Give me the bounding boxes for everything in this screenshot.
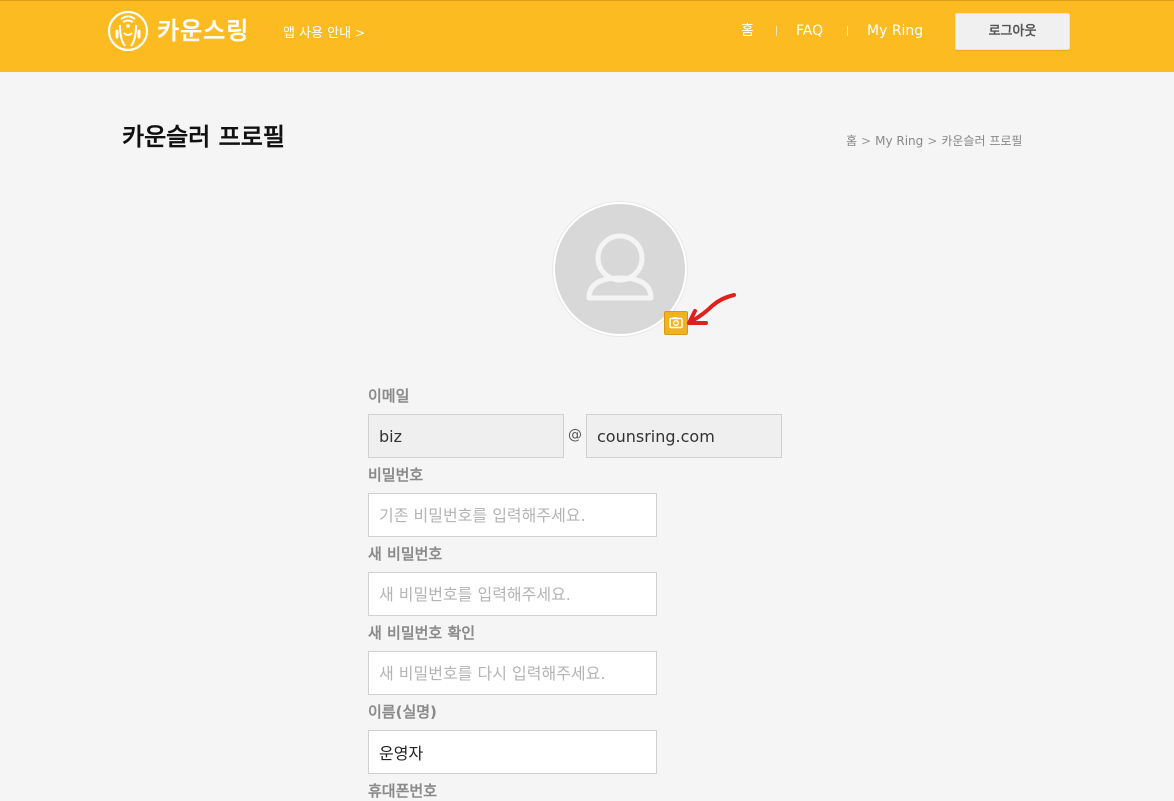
logout-button[interactable]: 로그아웃 xyxy=(955,13,1070,50)
new-password-input[interactable] xyxy=(368,572,657,616)
breadcrumb-separator: > xyxy=(927,134,938,148)
password-label: 비밀번호 xyxy=(368,466,424,484)
email-label: 이메일 xyxy=(368,387,410,405)
breadcrumb-home[interactable]: 홈 xyxy=(846,134,857,148)
confirm-password-label: 새 비밀번호 확인 xyxy=(368,624,476,642)
top-header: 카운스링 앱 사용 안내 > 홈 FAQ My Ring 로그아웃 xyxy=(0,0,1174,72)
breadcrumb-my-ring[interactable]: My Ring xyxy=(875,134,923,148)
phone-label: 휴대폰번호 xyxy=(368,782,438,800)
logo-icon[interactable] xyxy=(106,10,150,52)
breadcrumb: 홈 > My Ring > 카운슬러 프로필 xyxy=(846,132,1022,150)
camera-upload-button[interactable] xyxy=(664,311,688,335)
chevron-right-icon: > xyxy=(355,26,366,40)
red-arrow-icon xyxy=(686,290,740,330)
nav-faq[interactable]: FAQ xyxy=(796,20,823,42)
name-label: 이름(실명) xyxy=(368,703,437,721)
app-guide-label: 앱 사용 안내 xyxy=(283,26,352,41)
nav-divider xyxy=(776,26,777,36)
page-title: 카운슬러 프로필 xyxy=(122,123,285,151)
name-input[interactable] xyxy=(368,730,657,774)
at-sign: @ xyxy=(568,427,582,443)
nav-home[interactable]: 홈 xyxy=(741,20,754,42)
new-password-label: 새 비밀번호 xyxy=(368,545,443,563)
confirm-password-input[interactable] xyxy=(368,651,657,695)
current-password-input[interactable] xyxy=(368,493,657,537)
brand-name[interactable]: 카운스링 xyxy=(157,15,249,47)
breadcrumb-current: 카운슬러 프로필 xyxy=(941,134,1023,148)
camera-icon xyxy=(669,317,683,329)
nav-my-ring[interactable]: My Ring xyxy=(867,20,923,42)
email-local-input[interactable] xyxy=(368,414,564,458)
breadcrumb-separator: > xyxy=(861,134,872,148)
nav-divider xyxy=(847,26,848,36)
app-guide-link[interactable]: 앱 사용 안내 > xyxy=(283,23,365,44)
email-domain-input[interactable] xyxy=(586,414,782,458)
